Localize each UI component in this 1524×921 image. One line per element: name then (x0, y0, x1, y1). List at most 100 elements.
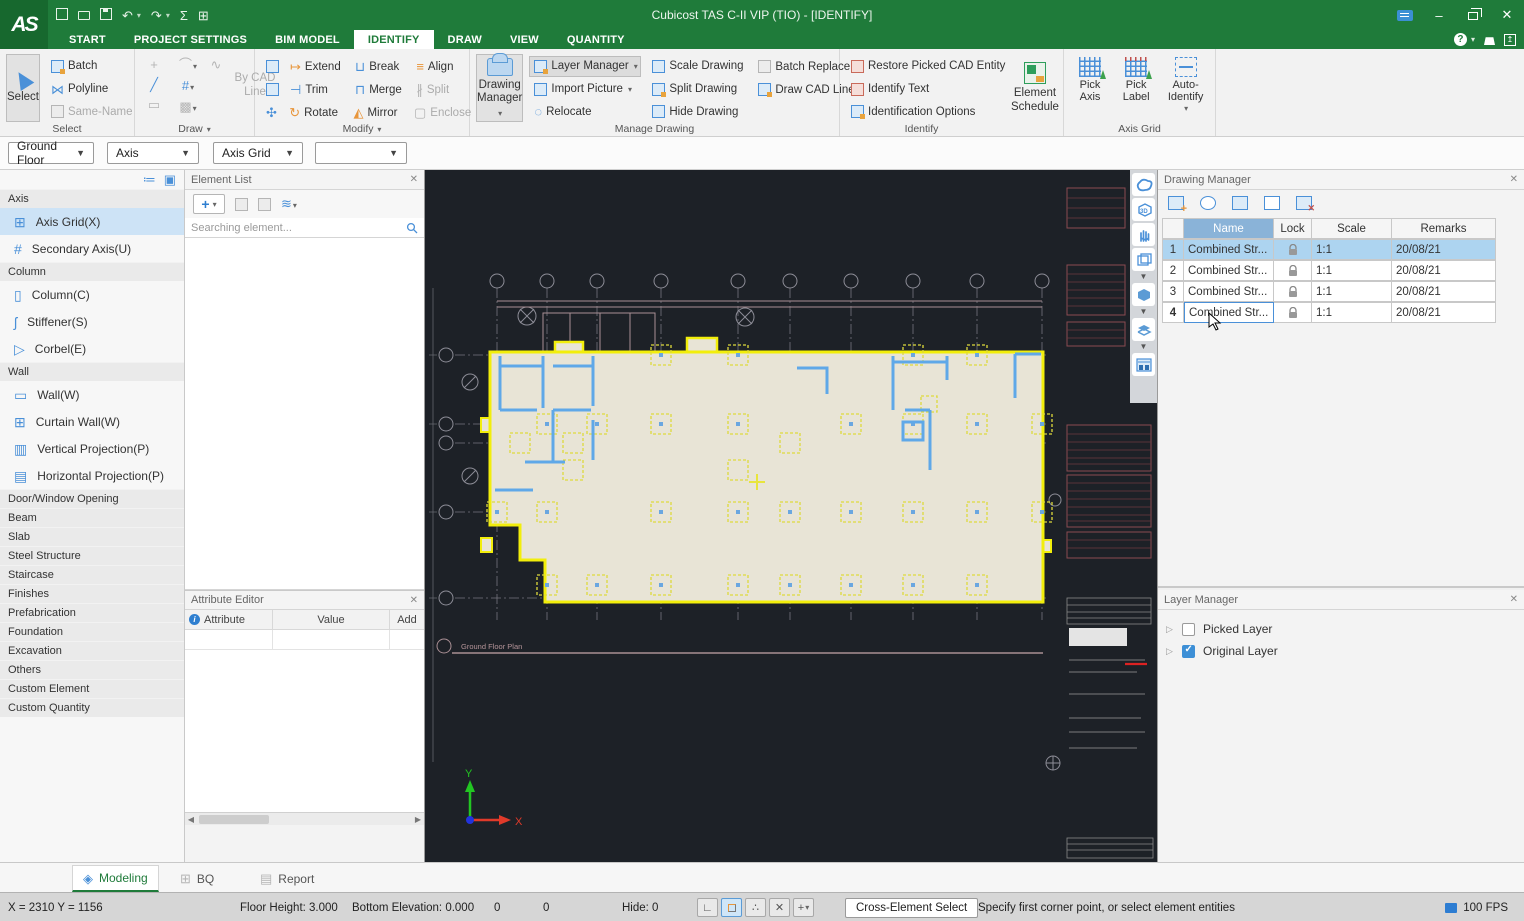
copy-button[interactable] (261, 79, 283, 100)
original-layer-checkbox[interactable] (1182, 645, 1195, 658)
open-file-icon[interactable] (78, 8, 90, 22)
pan-icon[interactable] (1132, 223, 1155, 246)
import-picture-button[interactable]: Import Picture▾ (529, 79, 641, 100)
sidebar-item-curtain-wall[interactable]: ⊞Curtain Wall(W) (0, 408, 184, 435)
cross-snap-toggle-icon[interactable]: ✕ (769, 898, 790, 917)
sidebar-section-finishes[interactable]: Finishes (0, 584, 184, 603)
delete-button[interactable] (261, 56, 283, 77)
pick-axis-button[interactable]: Pick Axis (1070, 54, 1110, 122)
scroll-right-icon[interactable]: ▶ (412, 813, 424, 825)
sidebar-section-wall[interactable]: Wall (0, 362, 184, 381)
tab-identify[interactable]: IDENTIFY (354, 30, 434, 49)
undo-dropdown-icon[interactable]: ▾ (137, 11, 141, 20)
attribute-editor-hscrollbar[interactable]: ◀ ▶ (185, 812, 424, 825)
layers-dropdown-icon[interactable]: ▼ (1140, 343, 1148, 351)
drawing-name-edit-field[interactable]: Combined Str... (1184, 302, 1274, 323)
drawing-row-2[interactable]: 2 Combined Str... 1:1 20/08/21 (1162, 260, 1520, 281)
point-entry-toggle-icon[interactable]: +▾ (793, 898, 814, 917)
break-button[interactable]: ⊔Break (350, 56, 409, 77)
tab-report[interactable]: ▤ Report (250, 865, 324, 892)
split-drawing-button[interactable]: Split Drawing (647, 79, 747, 100)
sidebar-section-beam[interactable]: Beam (0, 508, 184, 527)
tab-view[interactable]: VIEW (496, 30, 553, 49)
sidebar-item-axis-grid[interactable]: ⊞Axis Grid(X) (0, 208, 184, 235)
sidebar-item-stiffener[interactable]: ʃStiffener(S) (0, 308, 184, 335)
minimize-button[interactable]: – (1422, 0, 1456, 30)
element-list-body[interactable] (185, 238, 424, 590)
relocate-button[interactable]: ◌Relocate (529, 101, 641, 122)
tab-modeling[interactable]: ◈ Modeling (72, 865, 159, 892)
sidebar-item-horizontal-projection[interactable]: ▤Horizontal Projection(P) (0, 462, 184, 489)
merge-button[interactable]: ⊓Merge (350, 79, 409, 100)
solid-view-icon[interactable] (1132, 283, 1155, 306)
delete-drawing-icon[interactable] (1296, 196, 1312, 210)
original-layer-row[interactable]: ▷ Original Layer (1158, 640, 1524, 662)
picked-layer-checkbox[interactable] (1182, 623, 1195, 636)
new-file-icon[interactable] (56, 8, 68, 22)
tab-bq[interactable]: ⊞ BQ (170, 865, 224, 892)
pick-label-button[interactable]: Pick Label (1116, 54, 1156, 122)
draw-hatch-icon[interactable]: ▩▾ (179, 100, 196, 114)
element-select[interactable]: Axis Grid▼ (213, 142, 303, 164)
extend-button[interactable]: ↦Extend (285, 56, 348, 77)
polyline-button[interactable]: ⋈Polyline (46, 79, 138, 100)
drawing-manager-button[interactable]: Drawing Manager▾ (476, 54, 523, 122)
sidebar-item-column[interactable]: ▯Column(C) (0, 281, 184, 308)
box-select-toggle-icon[interactable] (721, 898, 742, 917)
move-button[interactable]: ✣ (261, 102, 282, 123)
help-dropdown-icon[interactable]: ▾ (1471, 35, 1475, 44)
sidebar-section-foundation[interactable]: Foundation (0, 622, 184, 641)
ortho-toggle-icon[interactable]: ∟ (697, 898, 718, 917)
split-button[interactable]: ∦Split (411, 79, 463, 100)
align-button[interactable]: ≡Align (411, 56, 463, 77)
element-list-close-icon[interactable]: ✕ (410, 174, 418, 185)
tab-quantity[interactable]: QUANTITY (553, 30, 639, 49)
sidebar-section-column[interactable]: Column (0, 262, 184, 281)
search-icon[interactable] (406, 222, 418, 234)
scroll-handle[interactable] (199, 815, 269, 824)
element-schedule-view-icon[interactable] (1132, 353, 1155, 376)
tab-project-settings[interactable]: PROJECT SETTINGS (120, 30, 261, 49)
redo-icon[interactable]: ↷ (151, 9, 162, 22)
scroll-left-icon[interactable]: ◀ (185, 813, 197, 825)
extra-select[interactable]: ▼ (315, 142, 407, 164)
drawing-thumbnail-icon[interactable] (1232, 196, 1248, 210)
sidebar-section-axis[interactable]: Axis (0, 189, 184, 208)
tab-draw[interactable]: DRAW (434, 30, 496, 49)
lasso-select-icon[interactable] (1132, 173, 1155, 196)
draw-grid-icon[interactable]: #▾ (182, 79, 194, 93)
delete-element-icon[interactable] (235, 198, 248, 211)
zoom-extents-icon[interactable] (1132, 248, 1155, 271)
restore-picked-cad-entity-button[interactable]: Restore Picked CAD Entity (846, 56, 1004, 77)
draw-point-icon[interactable]: + (150, 58, 158, 71)
scale-drawing-button[interactable]: Scale Drawing (647, 56, 747, 77)
draw-arc-icon[interactable]: ⌒▾ (179, 58, 197, 72)
feedback-icon[interactable] (1388, 0, 1422, 30)
draw-rectangle-icon[interactable]: ▭ (148, 98, 160, 111)
restore-button[interactable] (1456, 0, 1490, 30)
undo-icon[interactable]: ↶ (122, 9, 133, 22)
layers-stack-icon[interactable] (1132, 318, 1155, 341)
expand-icon[interactable]: ▷ (1166, 646, 1174, 657)
sidebar-section-prefabrication[interactable]: Prefabrication (0, 603, 184, 622)
picked-layer-row[interactable]: ▷ Picked Layer (1158, 618, 1524, 640)
element-type-select[interactable]: Axis▼ (107, 142, 199, 164)
floor-select[interactable]: Ground Floor▼ (8, 142, 94, 164)
tab-start[interactable]: START (55, 30, 120, 49)
sidebar-section-custom-element[interactable]: Custom Element (0, 679, 184, 698)
layer-manager-button[interactable]: Layer Manager▾ (529, 56, 641, 77)
tree-collapse-icon[interactable]: ≔ (143, 172, 156, 188)
sidebar-item-secondary-axis[interactable]: #Secondary Axis(U) (0, 235, 184, 262)
add-element-button[interactable]: +▾ (193, 194, 225, 214)
element-schedule-button[interactable]: Element Schedule (1010, 54, 1060, 122)
identify-text-button[interactable]: Identify Text (846, 79, 1004, 100)
sidebar-item-wall[interactable]: ▭Wall(W) (0, 381, 184, 408)
sidebar-item-vertical-projection[interactable]: ▥Vertical Projection(P) (0, 435, 184, 462)
draw-line-icon[interactable]: ╱ (150, 78, 158, 91)
upload-icon[interactable]: ↥ (1504, 34, 1516, 46)
cross-element-select-button[interactable]: Cross-Element Select (845, 893, 978, 921)
panel-layout-icon[interactable]: ▣ (164, 172, 176, 188)
close-button[interactable]: ✕ (1490, 0, 1524, 30)
add-drawing-icon[interactable] (1168, 196, 1184, 210)
sidebar-section-custom-quantity[interactable]: Custom Quantity (0, 698, 184, 717)
